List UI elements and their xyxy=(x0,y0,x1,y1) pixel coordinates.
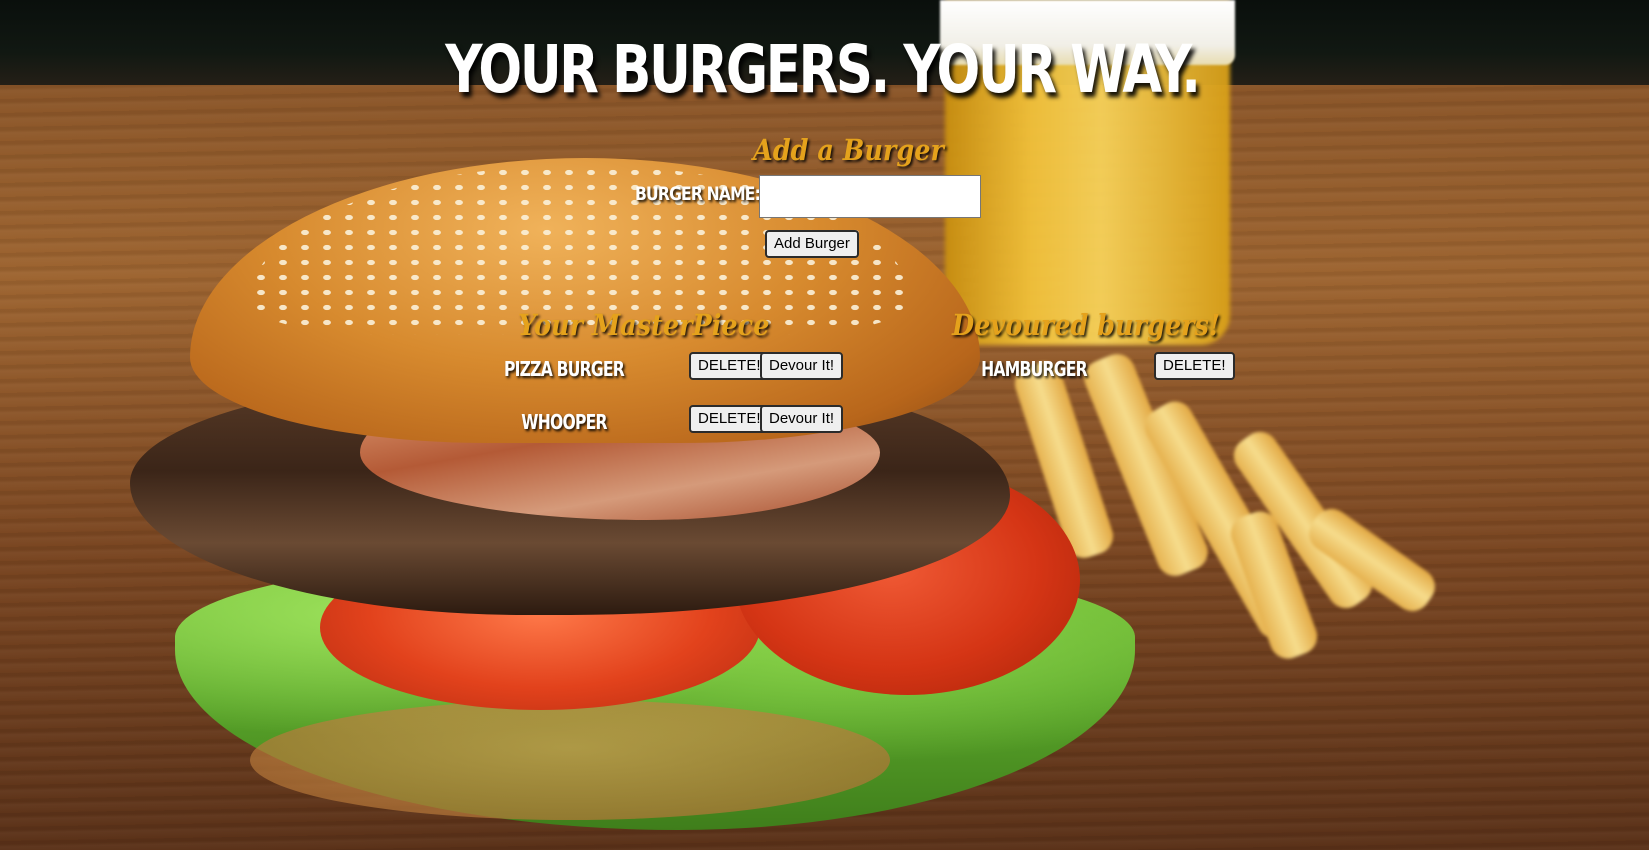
delete-button[interactable]: DELETE! xyxy=(689,352,770,380)
devour-button[interactable]: Devour It! xyxy=(760,405,844,433)
masterpiece-title: Your MasterPiece xyxy=(518,308,770,342)
add-burger-title: Add a Burger xyxy=(753,133,944,167)
devour-button[interactable]: Devour It! xyxy=(760,352,844,380)
burger-name-input[interactable] xyxy=(759,175,981,218)
page-headline: YOUR BURGERS. YOUR WAY. xyxy=(445,31,1201,108)
burger-name: PIZZA BURGER xyxy=(503,357,625,381)
burger-name: WHOOPER xyxy=(521,410,607,434)
add-burger-button[interactable]: Add Burger xyxy=(765,230,859,258)
burger-name-label: BURGER NAME: xyxy=(635,183,761,205)
delete-button[interactable]: DELETE! xyxy=(689,405,770,433)
delete-button[interactable]: DELETE! xyxy=(1154,352,1235,380)
burger-name: HAMBURGER xyxy=(981,357,1087,381)
devoured-title: Devoured burgers! xyxy=(952,308,1221,342)
app-content: YOUR BURGERS. YOUR WAY. Add a Burger BUR… xyxy=(0,0,1649,850)
